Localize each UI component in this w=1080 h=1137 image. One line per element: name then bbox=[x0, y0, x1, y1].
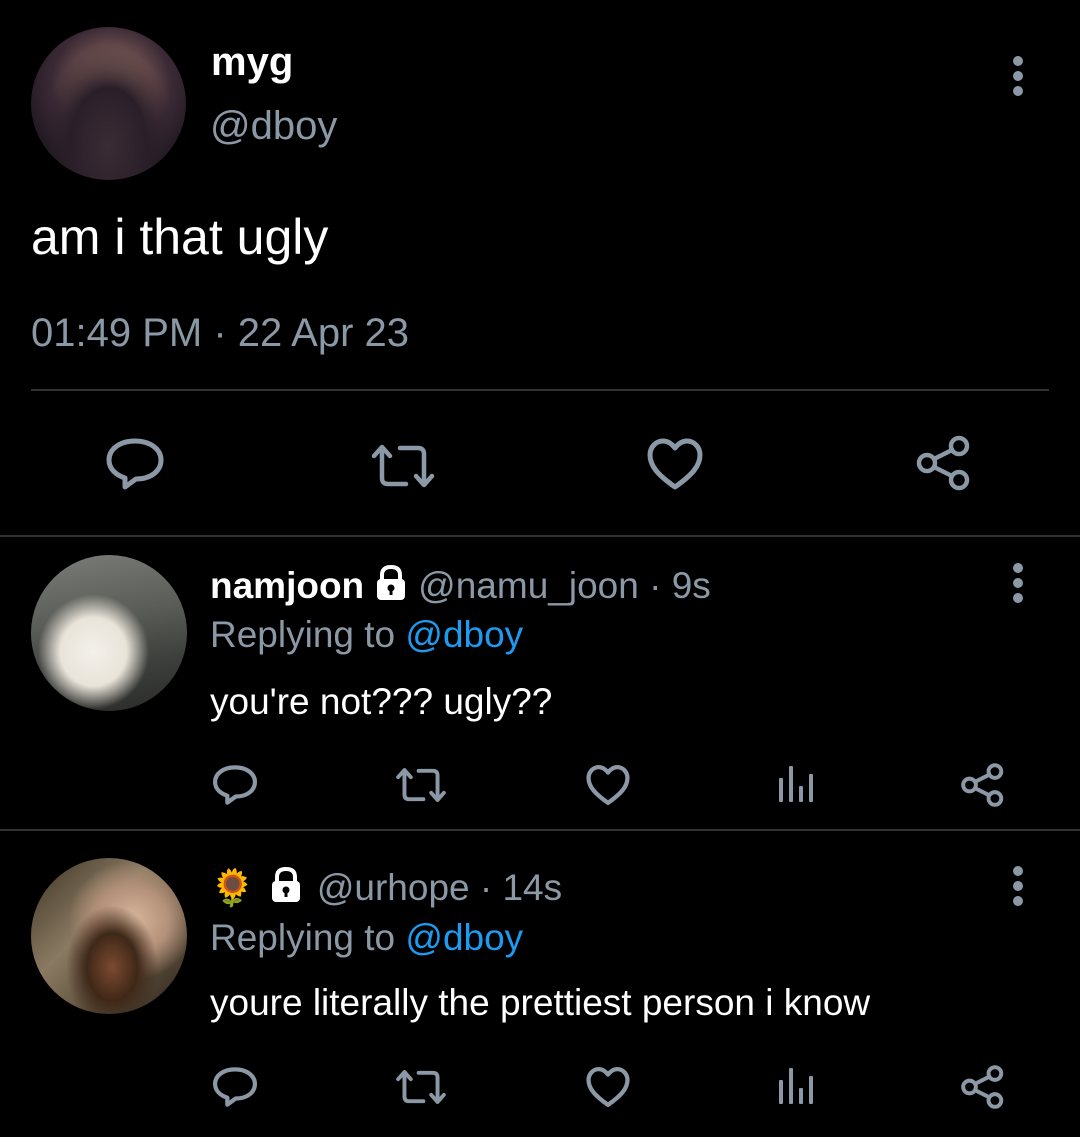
share-icon[interactable] bbox=[960, 1064, 1006, 1110]
lock-icon bbox=[374, 564, 408, 607]
more-options-icon[interactable] bbox=[1008, 866, 1028, 906]
like-icon[interactable] bbox=[585, 1066, 631, 1108]
reply-icon[interactable] bbox=[105, 437, 165, 491]
divider bbox=[31, 389, 1049, 391]
more-options-icon[interactable] bbox=[1008, 56, 1028, 96]
retweet-icon[interactable] bbox=[395, 766, 447, 804]
tweet-timestamp[interactable]: 01:49 PM · 22 Apr 23 bbox=[31, 311, 409, 356]
replying-to-link[interactable]: @dboy bbox=[405, 614, 523, 655]
reply-header: namjoon @namu_joon · 9s bbox=[210, 564, 711, 607]
tweet-text: am i that ugly bbox=[31, 209, 329, 265]
share-icon[interactable] bbox=[960, 762, 1006, 808]
display-name[interactable]: namjoon bbox=[210, 565, 364, 607]
avatar-namjoon[interactable] bbox=[31, 555, 187, 711]
analytics-icon[interactable] bbox=[776, 764, 816, 804]
more-options-icon[interactable] bbox=[1008, 563, 1028, 603]
reply-icon[interactable] bbox=[212, 764, 258, 806]
reply-icon[interactable] bbox=[212, 1066, 258, 1108]
like-icon[interactable] bbox=[585, 764, 631, 806]
reply-text: youre literally the prettiest person i k… bbox=[210, 982, 871, 1023]
lock-icon bbox=[269, 866, 303, 909]
replying-to: Replying to @dboy bbox=[210, 917, 523, 959]
reply-header: 🌻 @urhope · 14s bbox=[210, 866, 562, 909]
handle[interactable]: @dboy bbox=[210, 104, 337, 149]
divider bbox=[0, 535, 1080, 537]
avatar-urhope[interactable] bbox=[31, 858, 187, 1014]
like-icon[interactable] bbox=[646, 437, 704, 491]
replying-to: Replying to @dboy bbox=[210, 614, 523, 656]
retweet-icon[interactable] bbox=[395, 1068, 447, 1106]
reply-text: you're not??? ugly?? bbox=[210, 681, 553, 722]
analytics-icon[interactable] bbox=[776, 1066, 816, 1106]
share-icon[interactable] bbox=[915, 434, 973, 492]
handle-time[interactable]: @namu_joon · 9s bbox=[418, 565, 711, 607]
retweet-icon[interactable] bbox=[370, 442, 436, 490]
replying-prefix: Replying to bbox=[210, 917, 396, 958]
sunflower-emoji-display-name[interactable]: 🌻 bbox=[210, 869, 255, 906]
handle-time[interactable]: @urhope · 14s bbox=[317, 867, 562, 909]
display-name[interactable]: myg bbox=[211, 40, 293, 85]
divider bbox=[0, 829, 1080, 831]
replying-prefix: Replying to bbox=[210, 614, 396, 655]
avatar-myg[interactable] bbox=[31, 27, 186, 180]
replying-to-link[interactable]: @dboy bbox=[405, 917, 523, 958]
